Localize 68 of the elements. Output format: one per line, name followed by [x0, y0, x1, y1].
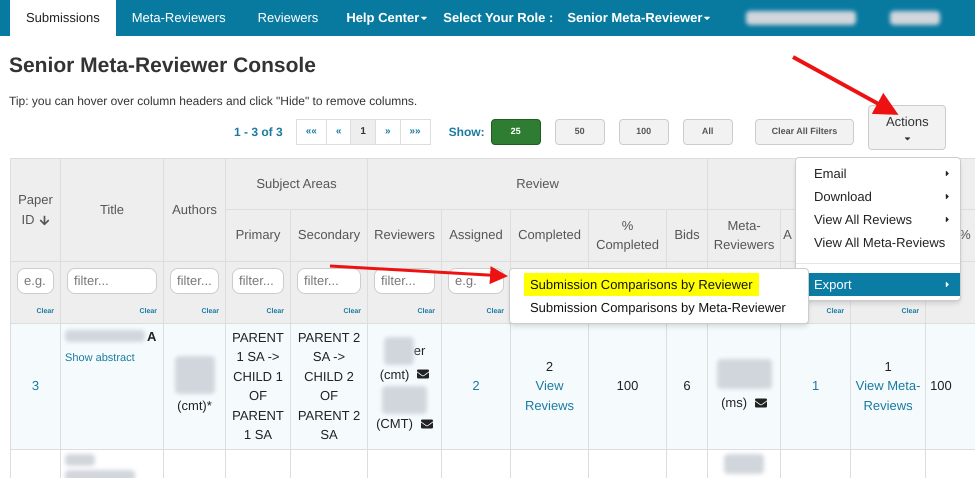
actions-button[interactable]: Actions: [868, 105, 946, 150]
redacted-text: [384, 336, 414, 364]
mail-icon[interactable]: [755, 397, 768, 409]
redacted-text: [65, 454, 95, 466]
nav-tab[interactable]: Reviewers: [242, 0, 334, 36]
tip-text: Tip: you can hover over column headers and click "Hide" to remove columns.: [9, 92, 418, 110]
page-size-button[interactable]: 25: [490, 118, 541, 144]
redacted-text: [174, 356, 214, 394]
view-reviews-link[interactable]: View Reviews: [515, 376, 584, 416]
role-label: Select Your Role :: [443, 9, 554, 28]
nav-tab[interactable]: Meta-Reviewers: [116, 0, 242, 36]
show-abstract-link[interactable]: Show abstract: [65, 352, 135, 364]
group-header: Subject Areas: [226, 158, 368, 209]
mail-icon[interactable]: [417, 368, 430, 380]
view-meta-reviews-link[interactable]: View Meta-Reviews: [855, 376, 922, 416]
page-size-button[interactable]: All: [682, 118, 733, 144]
page-button[interactable]: ««: [296, 118, 327, 144]
redacted-text: [724, 454, 764, 474]
bids-count: 6: [683, 378, 691, 394]
redacted-text: [890, 11, 940, 25]
column-header[interactable]: Paper ID: [10, 158, 60, 261]
redacted-text: [65, 470, 135, 478]
submenu-item[interactable]: Submission Comparisons by Reviewer: [524, 273, 759, 296]
page-button[interactable]: »: [374, 118, 400, 144]
paper-id-link[interactable]: 3: [32, 378, 40, 394]
reviewer-role: (CMT): [376, 415, 413, 433]
count-link[interactable]: 1: [812, 378, 820, 394]
page-size-button[interactable]: 100: [618, 118, 669, 144]
column-header[interactable]: Authors: [164, 158, 226, 261]
menu-item[interactable]: Download: [796, 185, 960, 208]
title-text: A: [147, 328, 156, 346]
column-header[interactable]: A: [783, 225, 792, 245]
author-role: (cmt)*: [177, 397, 212, 416]
reviewer-name: er: [414, 342, 426, 360]
percent-value: 100: [930, 378, 952, 394]
nav-dropdown[interactable]: Senior Meta-Reviewer: [567, 8, 712, 28]
menu-item[interactable]: View All Reviews: [796, 208, 960, 231]
nav-tab[interactable]: Submissions: [10, 0, 116, 36]
show-label: Show:: [448, 124, 485, 140]
filter-field[interactable]: filter...: [297, 268, 361, 294]
redacted-text: [716, 359, 772, 390]
page-button[interactable]: «: [326, 118, 352, 144]
page-button[interactable]: »»: [400, 118, 431, 144]
clear-filters-button[interactable]: Clear All Filters: [754, 118, 854, 144]
completed-count: 2: [544, 358, 554, 376]
meta-review-count: 1: [883, 358, 893, 376]
assigned-link[interactable]: 2: [472, 378, 480, 394]
column-header[interactable]: Title: [60, 158, 164, 261]
filter-field[interactable]: filter...: [67, 268, 157, 294]
filter-field[interactable]: filter...: [232, 268, 284, 294]
filter-field[interactable]: filter...: [170, 268, 219, 294]
group-header: Review: [368, 158, 708, 209]
reviewer-role: (cmt): [380, 366, 410, 384]
menu-item[interactable]: Email: [796, 162, 960, 185]
mail-icon[interactable]: [420, 418, 433, 430]
page-range: 1 - 3 of 3: [234, 124, 283, 140]
percent-completed: 100: [616, 378, 638, 394]
page-size-button[interactable]: 50: [554, 118, 605, 144]
redacted-text: [382, 386, 427, 414]
meta-reviewer-role: (ms): [721, 394, 748, 412]
filter-field[interactable]: e.g.: [17, 268, 54, 294]
subject-area: PARENT 1 SA -> CHILD 1 OF PARENT 1 SA: [232, 330, 284, 442]
page-button[interactable]: 1: [350, 118, 376, 144]
submenu-item[interactable]: Submission Comparisons by Meta-Reviewer: [524, 296, 792, 319]
nav-dropdown[interactable]: Help Center: [346, 8, 430, 28]
page-title: Senior Meta-Reviewer Console: [9, 53, 317, 79]
subject-area: PARENT 2 SA -> CHILD 2 OF PARENT 2 SA: [298, 330, 360, 442]
menu-item[interactable]: View All Meta-Reviews: [796, 231, 960, 254]
